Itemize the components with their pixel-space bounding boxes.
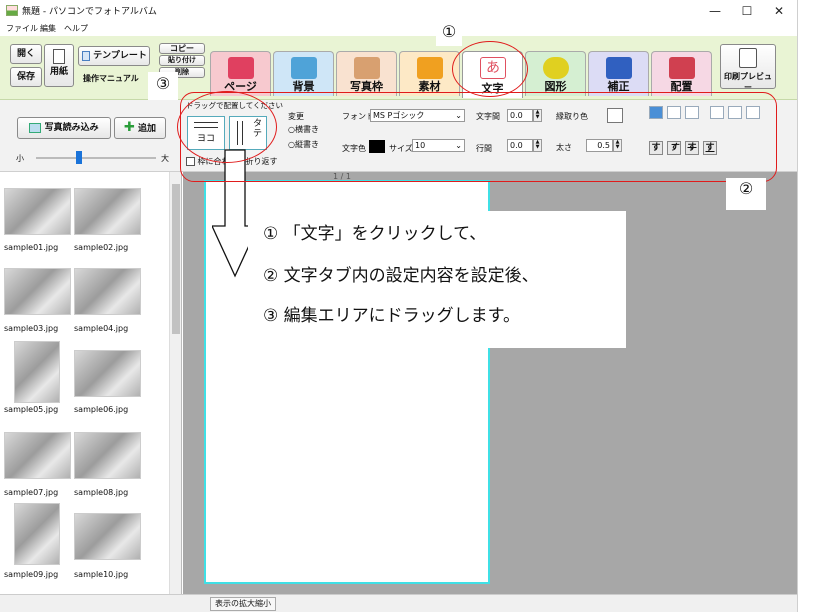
template-button[interactable]: テンプレート — [78, 46, 150, 66]
scrollbar-thumb[interactable] — [172, 184, 180, 334]
tab-page[interactable]: ページ — [210, 51, 271, 96]
thumbnail[interactable] — [74, 432, 141, 479]
photo-list-scrollbar[interactable] — [169, 172, 181, 594]
instruction-line-1: ① 「文字」をクリックして、 — [263, 224, 487, 244]
status-bar: 表示の拡大縮小 — [0, 594, 797, 612]
paper-icon — [53, 49, 65, 64]
print-preview-button[interactable]: 印刷プレビュー — [720, 44, 776, 92]
paper-button[interactable]: 用紙 — [44, 44, 74, 87]
copy-button[interactable]: コピー — [159, 43, 205, 54]
menu-file[interactable]: ファイル — [6, 22, 38, 35]
background-icon — [291, 57, 317, 79]
thumb-size-slider-handle[interactable] — [76, 151, 83, 164]
tab-material[interactable]: 素材 — [399, 51, 460, 96]
title-bar: 無題 - パソコンでフォトアルバム — ☐ ✕ — [0, 0, 797, 22]
instruction-line-2: ② 文字タブ内の設定内容を設定後、 — [263, 266, 539, 286]
thumbnail[interactable] — [4, 432, 71, 479]
menu-edit[interactable]: 編集 — [40, 22, 56, 35]
thumbnail[interactable] — [4, 268, 71, 315]
instruction-callout: ① 「文字」をクリックして、 ② 文字タブ内の設定内容を設定後、 ③ 編集エリア… — [248, 211, 626, 348]
maximize-button[interactable]: ☐ — [732, 0, 762, 22]
tab-correction[interactable]: 補正 — [588, 51, 649, 96]
marker-3: ③ — [148, 72, 178, 100]
plus-icon: ✚ — [123, 120, 135, 135]
window-border — [797, 0, 798, 612]
tab-background[interactable]: 背景 — [273, 51, 334, 96]
paste-button[interactable]: 貼り付け — [159, 55, 205, 66]
paper-label: 用紙 — [49, 67, 68, 77]
load-photos-button[interactable]: 写真読み込み — [17, 117, 111, 139]
thumbnail-name: sample10.jpg — [74, 570, 129, 579]
menu-help[interactable]: ヘルプ — [64, 22, 88, 35]
minimize-button[interactable]: — — [700, 0, 730, 22]
menu-bar: ファイル 編集 ヘルプ — [0, 22, 797, 36]
zoom-button[interactable]: 表示の拡大縮小 — [210, 597, 276, 611]
save-button[interactable]: 保存 — [10, 67, 42, 87]
thumbnail[interactable] — [74, 188, 141, 235]
marker-2: ② — [726, 178, 766, 210]
thumbnail-name: sample08.jpg — [74, 488, 129, 497]
thumbnail-name: sample05.jpg — [4, 405, 59, 414]
photo-icon — [29, 122, 42, 133]
book-icon — [228, 57, 254, 79]
layout-icon — [669, 57, 695, 79]
thumbnail-name: sample09.jpg — [4, 570, 59, 579]
photo-frame-icon — [354, 57, 380, 79]
load-photos-label: 写真読み込み — [44, 123, 99, 133]
template-icon — [82, 50, 90, 61]
annotation-ellipse-text-tab — [452, 41, 528, 97]
thumbnail[interactable] — [74, 513, 141, 560]
window-title: 無題 - パソコンでフォトアルバム — [22, 7, 157, 17]
thumb-size-slider[interactable] — [36, 157, 156, 159]
thumbnail[interactable] — [74, 350, 141, 397]
print-preview-label: 印刷プレビュー — [724, 72, 772, 92]
thumbnail[interactable] — [14, 341, 60, 403]
instruction-line-3: ③ 編集エリアにドラッグします。 — [263, 306, 520, 326]
manual-link[interactable]: 操作マニュアル — [83, 73, 139, 84]
thumbnail[interactable] — [14, 503, 60, 565]
tab-layout[interactable]: 配置 — [651, 51, 712, 96]
tab-photo-frame[interactable]: 写真枠 — [336, 51, 397, 96]
thumbnail-name: sample01.jpg — [4, 243, 59, 252]
marker-1: ① — [436, 22, 462, 46]
thumb-size-large-label: 大 — [161, 154, 169, 163]
magnifier-icon — [739, 48, 757, 68]
add-label: 追加 — [138, 124, 157, 134]
flower-icon — [417, 57, 443, 79]
template-label: テンプレート — [93, 51, 147, 61]
open-button[interactable]: 開く — [10, 44, 42, 64]
close-button[interactable]: ✕ — [764, 0, 794, 22]
thumb-size-small-label: 小 — [16, 154, 24, 163]
thumbnail[interactable] — [74, 268, 141, 315]
thumbnail-name: sample04.jpg — [74, 324, 129, 333]
sunflower-icon — [606, 57, 632, 79]
annotation-box-settings — [180, 92, 777, 182]
app-icon — [6, 5, 18, 16]
thumbnail-name: sample02.jpg — [74, 243, 129, 252]
thumbnail-name: sample03.jpg — [4, 324, 59, 333]
thumbnail[interactable] — [4, 188, 71, 235]
thumbnail-name: sample07.jpg — [4, 488, 59, 497]
tab-shape[interactable]: 図形 — [525, 51, 586, 96]
thumbnail-name: sample06.jpg — [74, 405, 129, 414]
shape-icon — [543, 57, 569, 79]
add-button[interactable]: ✚ 追加 — [114, 117, 166, 139]
